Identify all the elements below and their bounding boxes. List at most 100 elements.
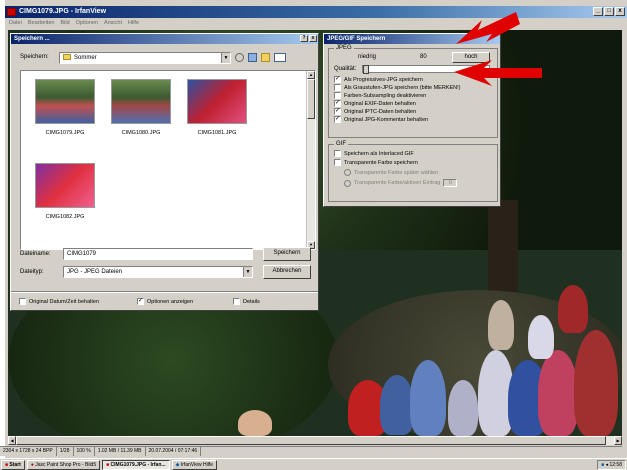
thumbnail-image — [187, 79, 247, 124]
chevron-down-icon[interactable]: ▼ — [221, 53, 230, 63]
checkmark-icon[interactable]: ✓ — [334, 116, 341, 123]
checkbox-box[interactable] — [233, 298, 240, 305]
transparent-entry-radio[interactable]: Transparente Farbe/aktiven Eintrag 0 — [344, 179, 458, 187]
help-button[interactable]: ? — [300, 35, 308, 42]
progressive-checkbox[interactable]: ✓ Als Progressives-JPG speichern — [334, 76, 460, 83]
back-icon[interactable] — [235, 53, 244, 62]
window-titlebar[interactable]: CIMG1079.JPG - IrfanView _ □ x — [5, 6, 627, 18]
photo-child — [238, 410, 272, 436]
taskbar-item-irfanview[interactable]: ■ CIMG1079.JPG - Irfan... — [102, 459, 170, 470]
scroll-thumb[interactable] — [307, 79, 315, 119]
minimize-button[interactable]: _ — [593, 7, 603, 16]
maximize-button[interactable]: □ — [604, 7, 614, 16]
image-horizontal-scrollbar[interactable]: ◀ ▶ — [8, 436, 622, 445]
new-folder-icon[interactable] — [261, 53, 270, 62]
save-in-label: Speichern: — [20, 54, 49, 60]
checkbox-box[interactable] — [19, 298, 26, 305]
save-dialog-toolbar — [235, 53, 286, 62]
comment-checkbox[interactable]: ✓ Original JPG-Kommentar behalten — [334, 116, 460, 123]
menu-bild[interactable]: Bild — [60, 19, 69, 28]
clock[interactable]: 12:58 — [609, 462, 622, 468]
file-list-scrollbar[interactable]: ▲ ▼ — [306, 71, 315, 249]
thumbnail-image — [35, 79, 95, 124]
subsampling-checkbox[interactable]: Farben-Subsampling deaktivieren — [334, 92, 460, 99]
window-title: CIMG1079.JPG - IrfanView — [19, 8, 107, 15]
photo-child — [558, 285, 588, 333]
transparent-checkbox[interactable]: Transparente Farbe speichern — [334, 159, 418, 166]
file-name: CIMG1082.JPG — [45, 214, 85, 220]
jpeg-group-label: JPEG — [334, 45, 354, 51]
scroll-thumb[interactable] — [16, 436, 606, 445]
checkbox-box[interactable] — [334, 150, 341, 157]
save-dialog-titlebar[interactable]: Speichern ... ? x — [11, 34, 318, 44]
status-zoom: 100 % — [74, 447, 95, 456]
exif-checkbox[interactable]: ✓ Original EXIF-Daten behalten — [334, 100, 460, 107]
list-item[interactable]: CIMG1080.JPG — [111, 79, 171, 136]
scroll-left-icon[interactable]: ◀ — [8, 436, 16, 445]
transparent-later-radio[interactable]: Transparente Farbe später wählen — [344, 169, 438, 176]
menu-datei[interactable]: Datei — [9, 19, 22, 28]
volume-icon[interactable]: ◂ — [606, 462, 609, 468]
status-index: 1/28 — [57, 447, 74, 456]
transparent-entry-input[interactable]: 0 — [443, 179, 458, 187]
filetype-dropdown[interactable]: JPG - JPEG Dateien ▼ — [63, 266, 253, 278]
photo-child — [380, 375, 414, 435]
show-options-checkbox[interactable]: ✓ Optionen anzeigen — [137, 298, 193, 305]
checkmark-icon[interactable]: ✓ — [334, 108, 341, 115]
divider — [11, 291, 318, 293]
keep-date-checkbox[interactable]: Original Datum/Zeit behalten — [19, 298, 99, 305]
start-button[interactable]: ■ Start — [1, 459, 25, 470]
file-name: CIMG1080.JPG — [121, 130, 161, 136]
slider-thumb[interactable] — [363, 65, 369, 74]
interlaced-checkbox[interactable]: Speichern als Interlaced GIF — [334, 150, 414, 157]
menu-optionen[interactable]: Optionen — [76, 19, 98, 28]
status-bar: 2304 x 1728 x 24 BPP 1/28 100 % 1.02 MB … — [0, 446, 622, 456]
chevron-down-icon[interactable]: ▼ — [243, 267, 252, 277]
photo-child — [528, 315, 554, 359]
save-in-dropdown[interactable]: Sommer ▼ — [59, 52, 231, 64]
gif-group-label: GIF — [334, 141, 348, 147]
scroll-right-icon[interactable]: ▶ — [614, 436, 622, 445]
checkbox-box[interactable] — [334, 92, 341, 99]
quality-value: 80 — [420, 54, 427, 60]
scroll-up-icon[interactable]: ▲ — [307, 71, 315, 79]
taskbar-item-help[interactable]: ◆ IrfanView Hilfe — [171, 459, 217, 470]
menu-bearbeiten[interactable]: Bearbeiten — [28, 19, 55, 28]
radio-icon[interactable] — [344, 179, 351, 187]
checkbox-box[interactable] — [334, 159, 341, 166]
up-folder-icon[interactable] — [248, 53, 257, 62]
iptc-checkbox[interactable]: ✓ Original IPTC-Daten behalten — [334, 108, 460, 115]
jpeg-options: ✓ Als Progressives-JPG speichern Als Grau… — [334, 76, 460, 123]
details-checkbox[interactable]: Details — [233, 298, 260, 305]
menu-ansicht[interactable]: Ansicht — [104, 19, 122, 28]
checkmark-icon[interactable]: ✓ — [334, 100, 341, 107]
grayscale-checkbox[interactable]: Als Graustufen-JPG speichern (bitte MERK… — [334, 84, 460, 91]
irfanview-icon — [7, 8, 16, 16]
view-menu-icon[interactable] — [274, 53, 286, 62]
annotation-arrow-icon — [456, 12, 520, 44]
checkmark-icon[interactable]: ✓ — [137, 298, 144, 305]
cancel-button[interactable]: Abbrechen — [263, 265, 311, 279]
photo-child — [574, 330, 618, 436]
help-icon: ◆ — [175, 461, 180, 468]
list-item[interactable]: CIMG1082.JPG — [35, 163, 95, 220]
paintshop-icon: ● — [30, 461, 34, 468]
radio-icon[interactable] — [344, 169, 351, 176]
filename-input[interactable]: CIMG1079 — [63, 248, 253, 260]
system-tray: ■ ◂ 12:58 — [597, 460, 626, 470]
file-list[interactable]: CIMG1079.JPG CIMG1080.JPG CIMG1081.JPG C… — [20, 70, 316, 250]
list-item[interactable]: CIMG1079.JPG — [35, 79, 95, 136]
dialog-close-button[interactable]: x — [309, 35, 317, 42]
save-button[interactable]: Speichern — [263, 247, 311, 261]
language-icon[interactable]: ■ — [601, 462, 604, 468]
irfanview-icon: ■ — [106, 461, 110, 468]
list-item[interactable]: CIMG1081.JPG — [187, 79, 247, 136]
taskbar-item-paintshop[interactable]: ● Jasc Paint Shop Pro - Bild5 — [26, 459, 101, 470]
checkmark-icon[interactable]: ✓ — [334, 76, 341, 83]
folder-icon — [63, 54, 71, 61]
menu-hilfe[interactable]: Hilfe — [128, 19, 139, 28]
photo-child — [488, 300, 514, 350]
checkbox-box[interactable] — [334, 84, 341, 91]
annotation-arrow-icon — [454, 60, 542, 86]
close-button[interactable]: x — [615, 7, 625, 16]
